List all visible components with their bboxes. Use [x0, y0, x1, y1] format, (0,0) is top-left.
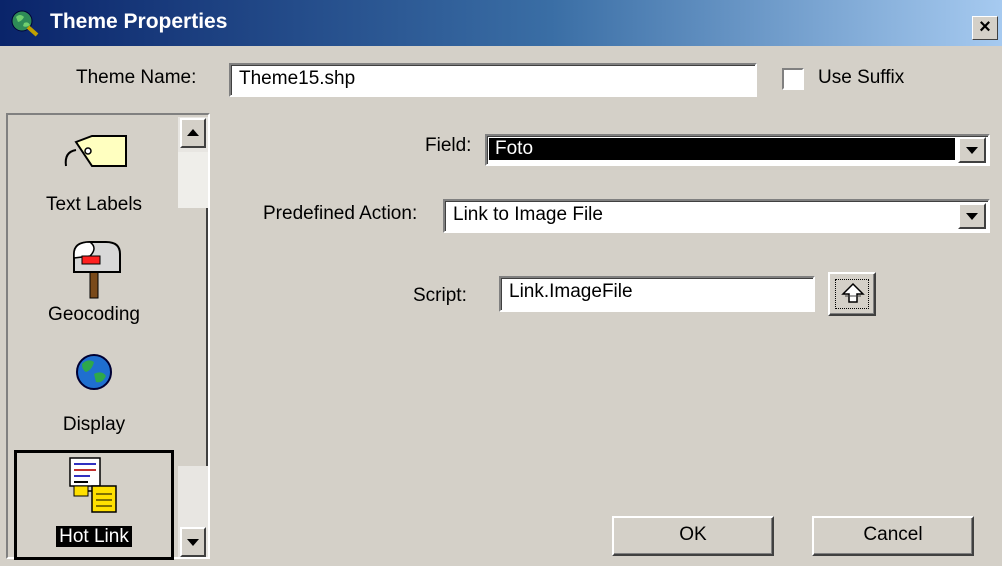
predefined-action-value: Link to Image File: [453, 204, 603, 225]
theme-name-value: Theme15.shp: [239, 68, 356, 89]
category-label: Geocoding: [48, 304, 140, 325]
hotlink-icon: [69, 457, 117, 513]
script-browse-icon: [841, 282, 865, 303]
category-display[interactable]: Display: [12, 352, 176, 442]
theme-name-input[interactable]: Theme15.shp: [229, 63, 757, 97]
field-label: Field:: [425, 135, 472, 156]
field-value: Foto: [495, 138, 534, 159]
predefined-action-dropdown-arrow[interactable]: [958, 203, 986, 229]
predefined-action-select[interactable]: Link to Image File: [443, 199, 990, 233]
ok-button[interactable]: OK: [612, 516, 774, 556]
field-dropdown-arrow[interactable]: [958, 137, 986, 163]
scroll-up-button[interactable]: [180, 118, 206, 148]
use-suffix-checkbox[interactable]: [782, 68, 804, 90]
field-select[interactable]: Foto: [485, 134, 990, 166]
script-browse-button[interactable]: [828, 272, 876, 316]
category-label: Text Labels: [45, 194, 143, 215]
globe-icon: [76, 354, 112, 390]
theme-name-label: Theme Name:: [76, 67, 197, 88]
category-scrollbar-thumb[interactable]: [178, 152, 208, 208]
category-label: Display: [62, 414, 126, 435]
theme-properties-dialog: Theme Properties × Theme Name: Theme15.s…: [0, 0, 1002, 566]
category-text-labels[interactable]: Text Labels: [12, 132, 176, 222]
script-label: Script:: [413, 285, 467, 306]
category-geocoding[interactable]: Geocoding: [12, 238, 176, 330]
mailbox-icon: [73, 241, 121, 299]
category-hot-link[interactable]: Hot Link: [12, 456, 176, 556]
script-input[interactable]: Link.ImageFile: [499, 276, 815, 312]
field-selection-highlight: [489, 138, 955, 160]
window-title: Theme Properties: [50, 10, 228, 33]
app-globe-icon: [11, 10, 39, 37]
category-label: Hot Link: [12, 526, 176, 548]
scroll-down-button[interactable]: [180, 527, 206, 557]
category-scrollbar-divider: [178, 208, 208, 466]
title-bar[interactable]: Theme Properties ×: [0, 0, 1002, 46]
use-suffix-label: Use Suffix: [818, 67, 905, 88]
close-button[interactable]: ×: [972, 16, 998, 40]
predefined-action-label: Predefined Action:: [263, 203, 418, 224]
tag-icon: [64, 135, 127, 167]
cancel-button[interactable]: Cancel: [812, 516, 974, 556]
script-value: Link.ImageFile: [509, 281, 633, 302]
